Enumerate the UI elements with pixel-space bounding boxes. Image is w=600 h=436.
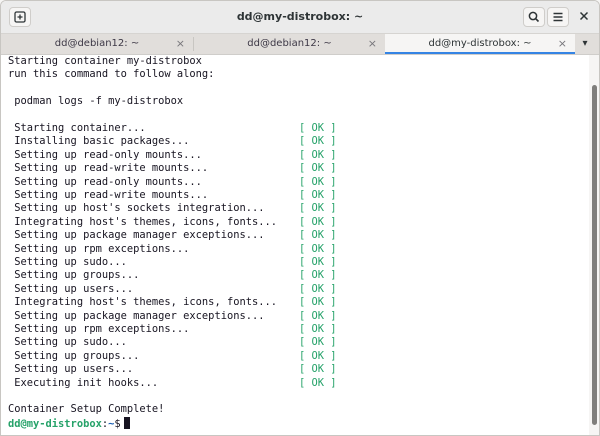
status-line: Setting up rpm exceptions... [8, 242, 190, 255]
tab-debian12-1[interactable]: dd@debian12: ~ × [1, 34, 193, 54]
terminal-line: run this command to follow along: [8, 68, 215, 81]
ok-status-badge: [ OK ] [299, 242, 337, 255]
ok-status-badge: [ OK ] [299, 175, 337, 188]
status-line: Setting up users... [8, 363, 134, 376]
ok-status-badge: [ OK ] [299, 363, 337, 376]
ok-status-badge: [ OK ] [299, 256, 337, 268]
status-line: Setting up sudo... [8, 336, 127, 349]
tab-close-icon[interactable]: × [558, 34, 567, 54]
ok-status-badge: [ OK ] [299, 376, 337, 389]
ok-status-badge: [ OK ] [299, 296, 337, 309]
ok-status-badge: [ OK ] [299, 162, 337, 175]
ok-status-badge: [ OK ] [299, 269, 337, 282]
status-line: Setting up package manager exceptions... [8, 229, 265, 242]
tabs-dropdown-icon[interactable]: ▾ [577, 34, 593, 54]
terminal-line: Starting container my-distrobox [8, 55, 202, 67]
ok-status-badge: [ OK ] [299, 282, 337, 295]
tab-label: dd@my-distrobox: ~ [428, 38, 532, 49]
close-icon [579, 11, 589, 21]
status-line: Setting up read-write mounts... [8, 162, 209, 175]
status-line: Setting up groups... [8, 349, 140, 362]
terminal-line: podman logs -f my-distrobox [8, 95, 184, 108]
terminal-output[interactable]: Starting container my-distrobox run this … [1, 55, 589, 435]
hamburger-menu-icon [553, 12, 563, 22]
ok-status-badge: [ OK ] [299, 148, 337, 161]
status-line: Integrating host's themes, icons, fonts.… [8, 296, 277, 309]
search-button[interactable] [523, 7, 545, 27]
ok-status-badge: [ OK ] [299, 229, 337, 242]
prompt-user: dd@my-distrobox [8, 417, 102, 430]
tab-label: dd@debian12: ~ [54, 38, 140, 49]
ok-status-badge: [ OK ] [299, 215, 337, 228]
tab-debian12-2[interactable]: dd@debian12: ~ × [194, 34, 385, 54]
text-cursor [123, 416, 130, 429]
ok-status-badge: [ OK ] [299, 202, 337, 215]
status-line: Integrating host's themes, icons, fonts.… [8, 215, 277, 228]
status-line: Setting up users... [8, 282, 134, 295]
terminal-scrollbar[interactable] [589, 55, 599, 435]
scrollbar-thumb[interactable] [592, 85, 597, 425]
status-line: Starting container... [8, 122, 146, 134]
setup-complete-message: Container Setup Complete! [8, 403, 165, 416]
ok-status-badge: [ OK ] [299, 122, 337, 134]
tab-bar: dd@debian12: ~ × dd@debian12: ~ × dd@my-… [1, 34, 599, 55]
search-icon [528, 11, 540, 23]
tab-close-icon[interactable]: × [176, 34, 185, 54]
status-line: Setting up sudo... [8, 256, 127, 268]
tab-label: dd@debian12: ~ [247, 38, 332, 49]
status-line: Setting up host's sockets integration... [8, 202, 265, 215]
ok-status-badge: [ OK ] [299, 189, 337, 201]
ok-status-badge: [ OK ] [299, 336, 337, 349]
header-bar: dd@my-distrobox: ~ [1, 1, 599, 34]
status-line: Setting up read-only mounts... [8, 148, 202, 161]
window-title: dd@my-distrobox: ~ [236, 10, 364, 23]
prompt-symbol: $ [114, 417, 121, 430]
status-line: Setting up package manager exceptions... [8, 309, 265, 322]
ok-status-badge: [ OK ] [299, 309, 337, 322]
status-line: Executing init hooks... [8, 376, 159, 389]
ok-status-badge: [ OK ] [299, 135, 337, 148]
status-line: Setting up read-write mounts... [8, 189, 209, 201]
menu-button[interactable] [547, 7, 569, 27]
shell-prompt[interactable]: dd@my-distrobox:~$ [8, 416, 130, 430]
status-line: Installing basic packages... [8, 135, 190, 148]
terminal-window: dd@my-distrobox: ~ dd@debian12: ~ × dd@d… [0, 0, 600, 436]
ok-status-badge: [ OK ] [299, 323, 337, 335]
ok-status-badge: [ OK ] [299, 349, 337, 362]
close-window-button[interactable] [574, 7, 596, 27]
status-line: Setting up read-only mounts... [8, 175, 202, 188]
status-line: Setting up groups... [8, 269, 140, 282]
tab-close-icon[interactable]: × [368, 34, 377, 54]
status-line: Setting up rpm exceptions... [8, 323, 190, 335]
tab-my-distrobox[interactable]: dd@my-distrobox: ~ × [385, 34, 575, 54]
